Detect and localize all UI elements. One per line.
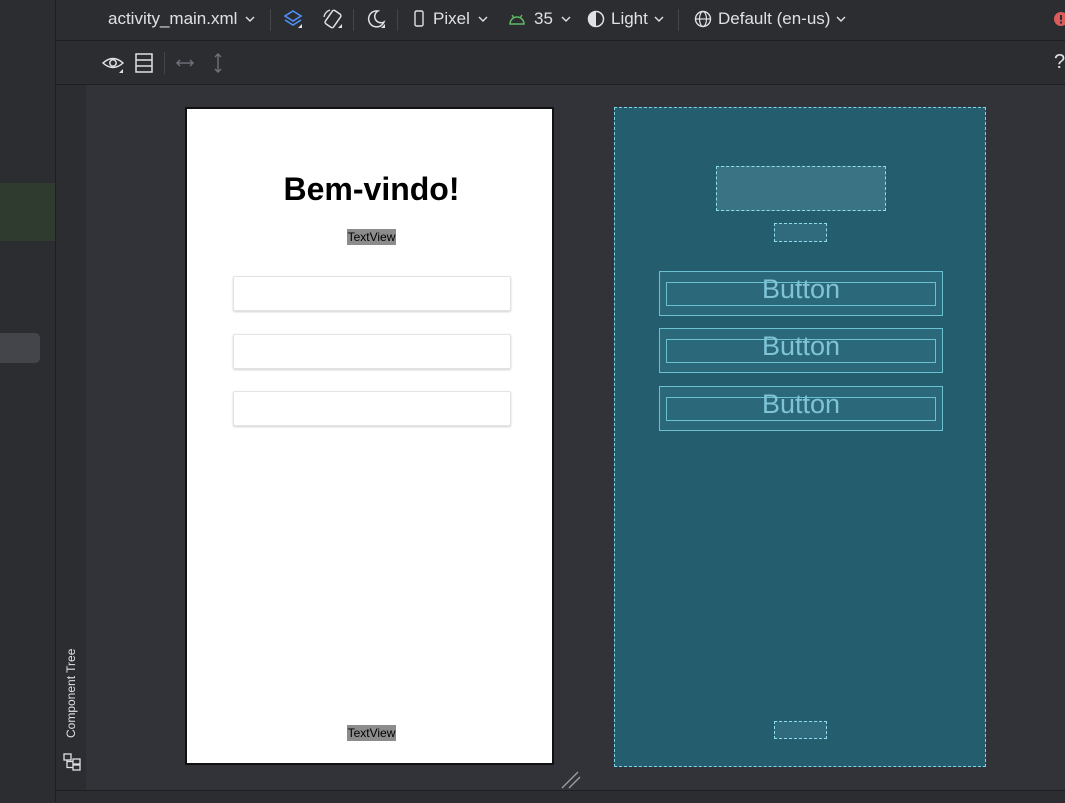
textview-top[interactable]: TextView [187, 226, 556, 245]
blueprint-button-2-label: Button [761, 331, 841, 361]
device-name: Pixel [433, 9, 470, 28]
selected-row-highlight [0, 183, 55, 241]
rotate-icon[interactable] [322, 8, 344, 30]
blueprint-button-2[interactable]: Button [659, 328, 943, 373]
toolbar-separator [270, 9, 271, 31]
eye-icon[interactable] [101, 52, 125, 74]
edit-field-1[interactable] [233, 276, 511, 311]
chevron-down-icon [654, 16, 664, 22]
api-level-selector[interactable]: 35 [508, 9, 571, 29]
blueprint-button-1-label: Button [761, 274, 841, 304]
api-level: 35 [534, 9, 553, 28]
component-tree-tab[interactable]: Component Tree [57, 638, 85, 748]
edit-field-2[interactable] [233, 334, 511, 369]
vertical-resize-icon[interactable] [211, 52, 225, 74]
chevron-down-icon [245, 16, 255, 22]
theme-selector[interactable]: Light [587, 9, 664, 29]
theme-icon [587, 10, 605, 28]
welcome-title[interactable]: Bem-vindo! [187, 171, 556, 208]
android-icon [509, 14, 525, 25]
chevron-down-icon [561, 16, 571, 22]
left-panel [0, 0, 55, 802]
toolbar-separator [678, 9, 679, 31]
layers-icon[interactable] [282, 8, 304, 30]
file-name: activity_main.xml [108, 9, 238, 28]
toolbar-separator [353, 9, 354, 31]
device-icon [414, 10, 424, 27]
edit-field-3[interactable] [233, 391, 511, 426]
textview-bottom[interactable]: TextView [187, 722, 556, 741]
blueprint-preview[interactable]: Button Button Button [614, 107, 986, 767]
blueprint-icon[interactable] [135, 53, 153, 73]
toolbar-separator [164, 52, 165, 74]
textview-top-label: TextView [346, 229, 397, 245]
blueprint-button-1[interactable]: Button [659, 271, 943, 316]
view-options-toolbar: ? [56, 41, 1065, 85]
globe-icon [694, 10, 712, 28]
textview-bottom-label: TextView [346, 725, 397, 741]
resize-handle-icon[interactable] [560, 770, 582, 790]
device-selector[interactable]: Pixel [413, 9, 488, 29]
help-button[interactable]: ? [1054, 51, 1065, 74]
error-icon[interactable] [1052, 11, 1065, 27]
blueprint-button-3-label: Button [761, 389, 841, 419]
scroll-thumb[interactable] [0, 333, 40, 363]
theme-name: Light [611, 9, 648, 28]
status-strip [56, 790, 1065, 803]
file-selector[interactable]: activity_main.xml [108, 9, 255, 29]
horizontal-resize-icon[interactable] [175, 55, 195, 71]
design-preview[interactable]: Bem-vindo! TextView TextView [185, 107, 554, 765]
component-tree-icon[interactable] [63, 753, 81, 771]
night-mode-icon[interactable] [365, 8, 387, 30]
blueprint-textview-bottom[interactable] [774, 721, 827, 739]
layout-editor-toolbar: activity_main.xml Pixel 35 Light Default… [56, 0, 1065, 41]
locale-name: Default (en-us) [718, 9, 831, 28]
blueprint-textview-top[interactable] [774, 223, 827, 242]
toolbar-separator [397, 9, 398, 31]
chevron-down-icon [478, 16, 488, 22]
blueprint-title-box[interactable] [716, 166, 886, 211]
locale-selector[interactable]: Default (en-us) [694, 9, 846, 29]
blueprint-button-3[interactable]: Button [659, 386, 943, 431]
chevron-down-icon [836, 16, 846, 22]
